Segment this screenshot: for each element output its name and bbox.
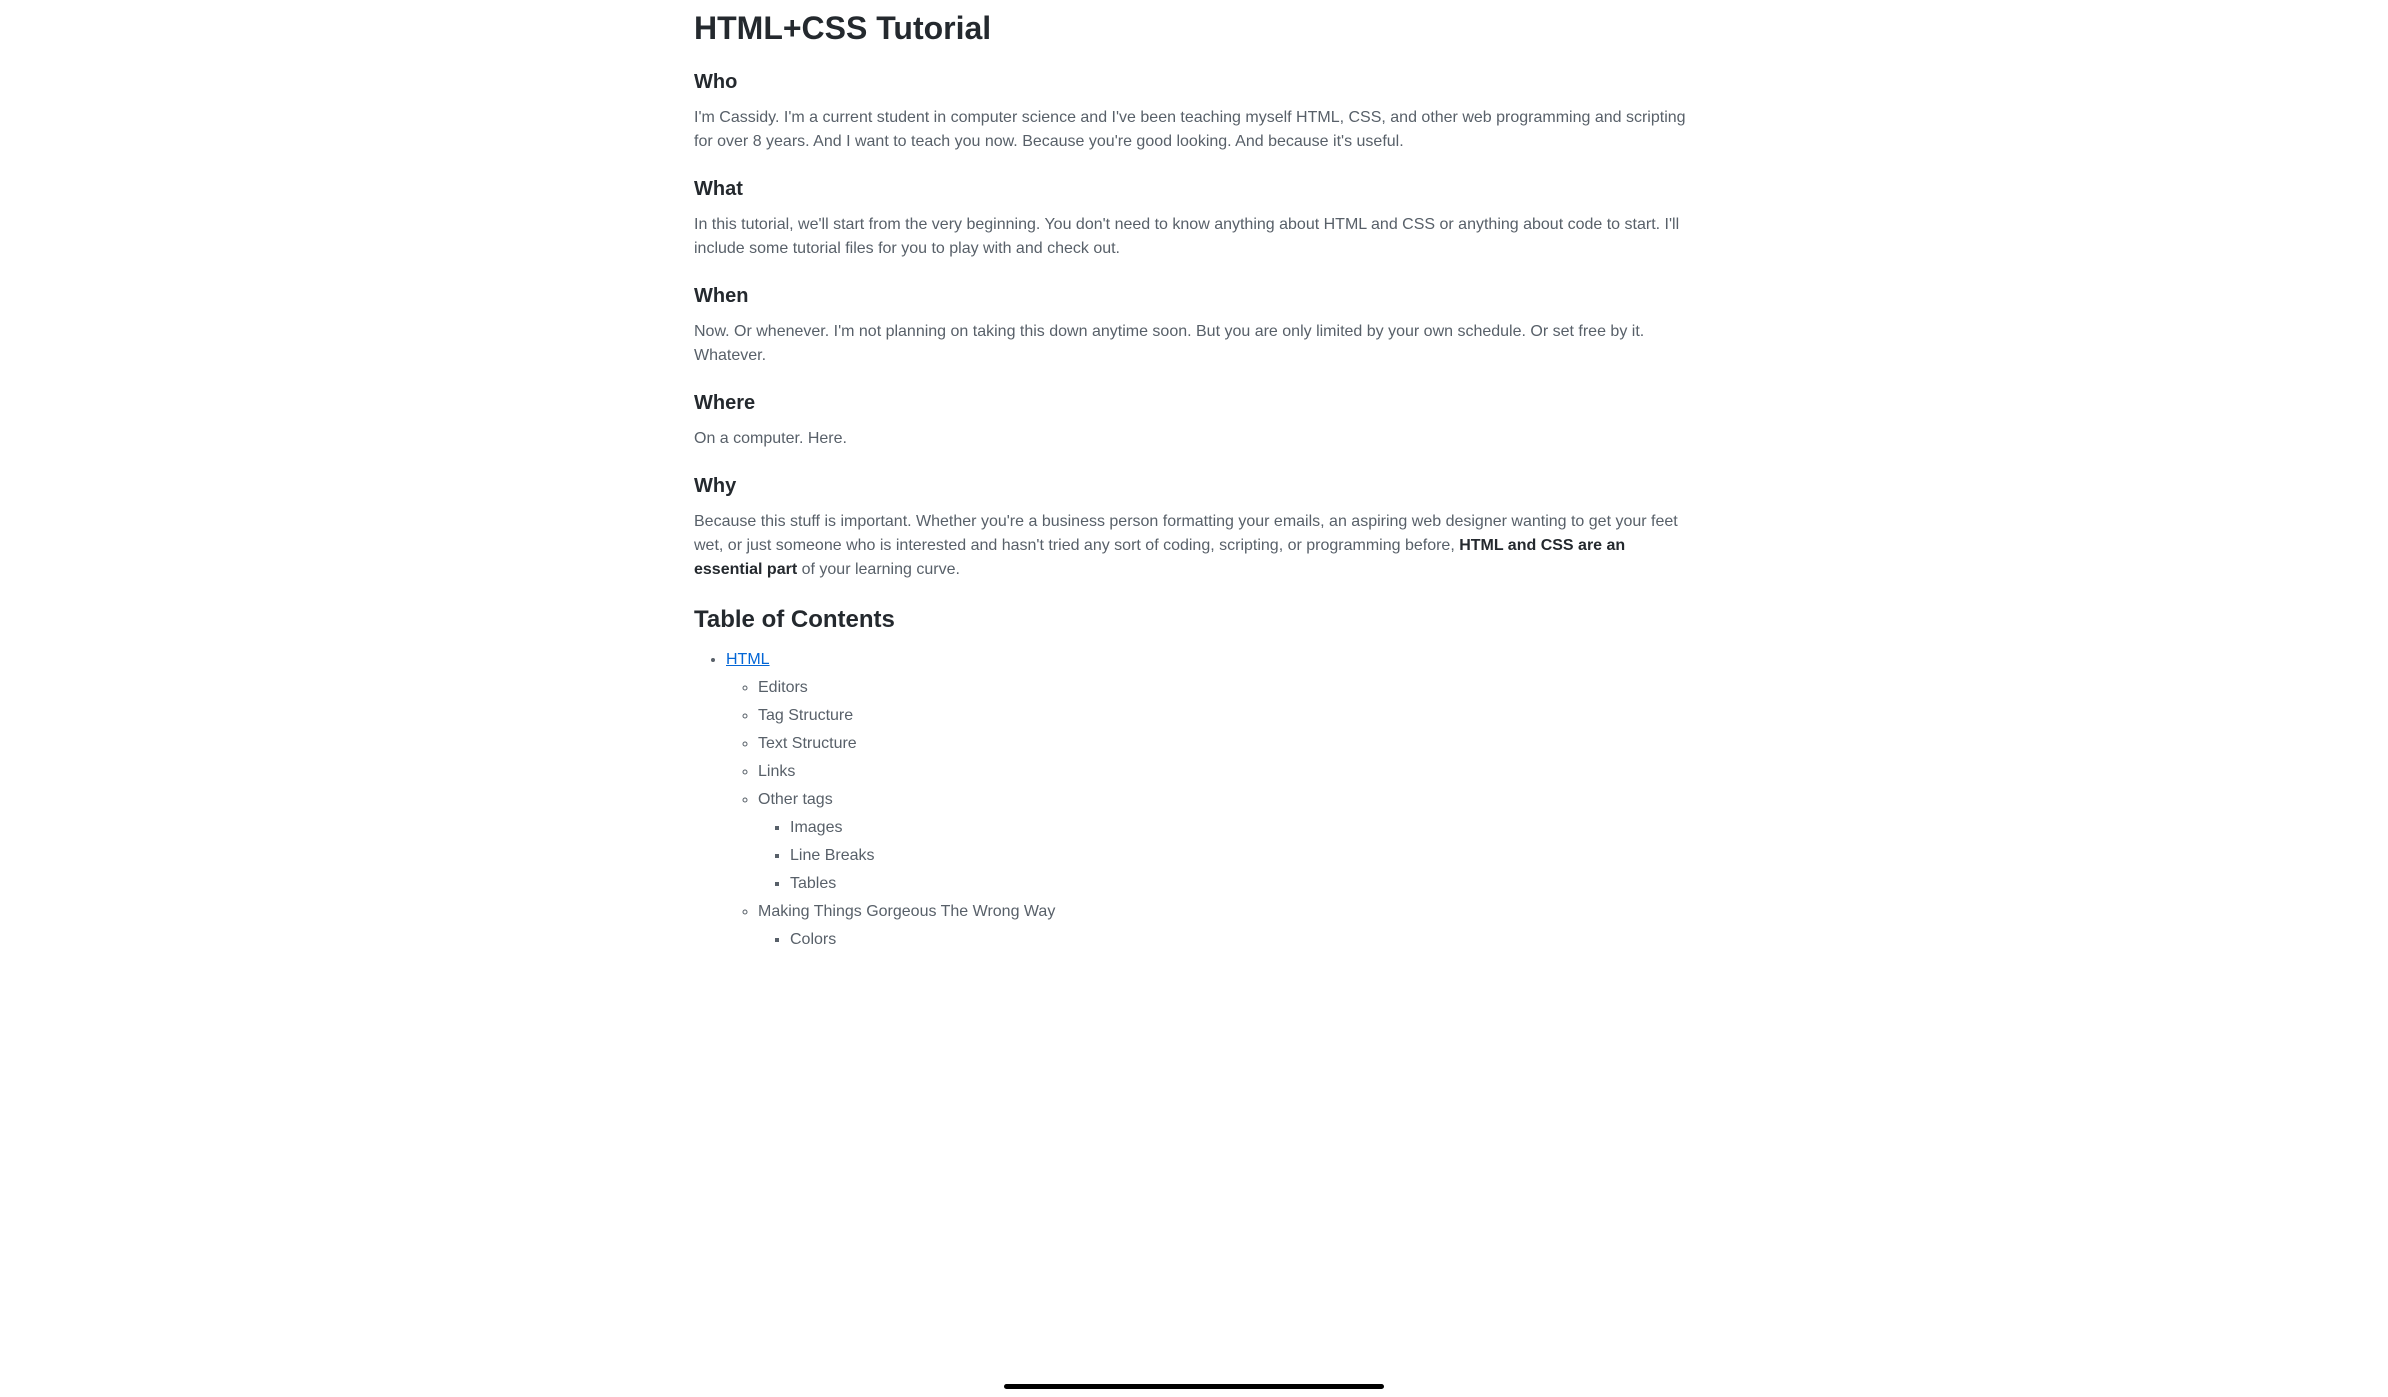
document-container: HTML+CSS Tutorial Who I'm Cassidy. I'm a… [674,10,1714,954]
page-title: HTML+CSS Tutorial [694,10,1694,47]
toc-item-text-structure: Text Structure [758,730,1694,758]
section-heading-where: Where [694,392,1694,415]
section-body-where: On a computer. Here. [694,427,1694,451]
section-heading-when: When [694,285,1694,308]
toc-list: HTML Editors Tag Structure Text Structur… [694,646,1694,954]
toc-heading: Table of Contents [694,606,1694,634]
toc-item-editors: Editors [758,674,1694,702]
toc-item-images: Images [790,814,1694,842]
toc-item-links: Links [758,758,1694,786]
toc-item-other-tags: Other tags Images Line Breaks Tables [758,786,1694,898]
section-heading-what: What [694,178,1694,201]
section-body-why: Because this stuff is important. Whether… [694,510,1694,582]
section-body-when: Now. Or whenever. I'm not planning on ta… [694,320,1694,368]
home-indicator [1004,1384,1384,1389]
toc-sublist-making-gorgeous: Colors [758,926,1694,954]
toc-item-tables: Tables [790,870,1694,898]
section-body-what: In this tutorial, we'll start from the v… [694,213,1694,261]
toc-label-making-gorgeous: Making Things Gorgeous The Wrong Way [758,903,1055,920]
toc-item-html: HTML Editors Tag Structure Text Structur… [726,646,1694,954]
section-heading-who: Who [694,71,1694,94]
toc-link-html[interactable]: HTML [726,651,770,668]
section-heading-why: Why [694,475,1694,498]
toc-item-line-breaks: Line Breaks [790,842,1694,870]
why-suffix: of your learning curve. [797,561,960,578]
section-body-who: I'm Cassidy. I'm a current student in co… [694,106,1694,154]
toc-sublist-html: Editors Tag Structure Text Structure Lin… [726,674,1694,954]
toc-item-tag-structure: Tag Structure [758,702,1694,730]
toc-item-making-gorgeous: Making Things Gorgeous The Wrong Way Col… [758,898,1694,954]
toc-item-colors: Colors [790,926,1694,954]
toc-sublist-other-tags: Images Line Breaks Tables [758,814,1694,898]
toc-label-other-tags: Other tags [758,791,833,808]
